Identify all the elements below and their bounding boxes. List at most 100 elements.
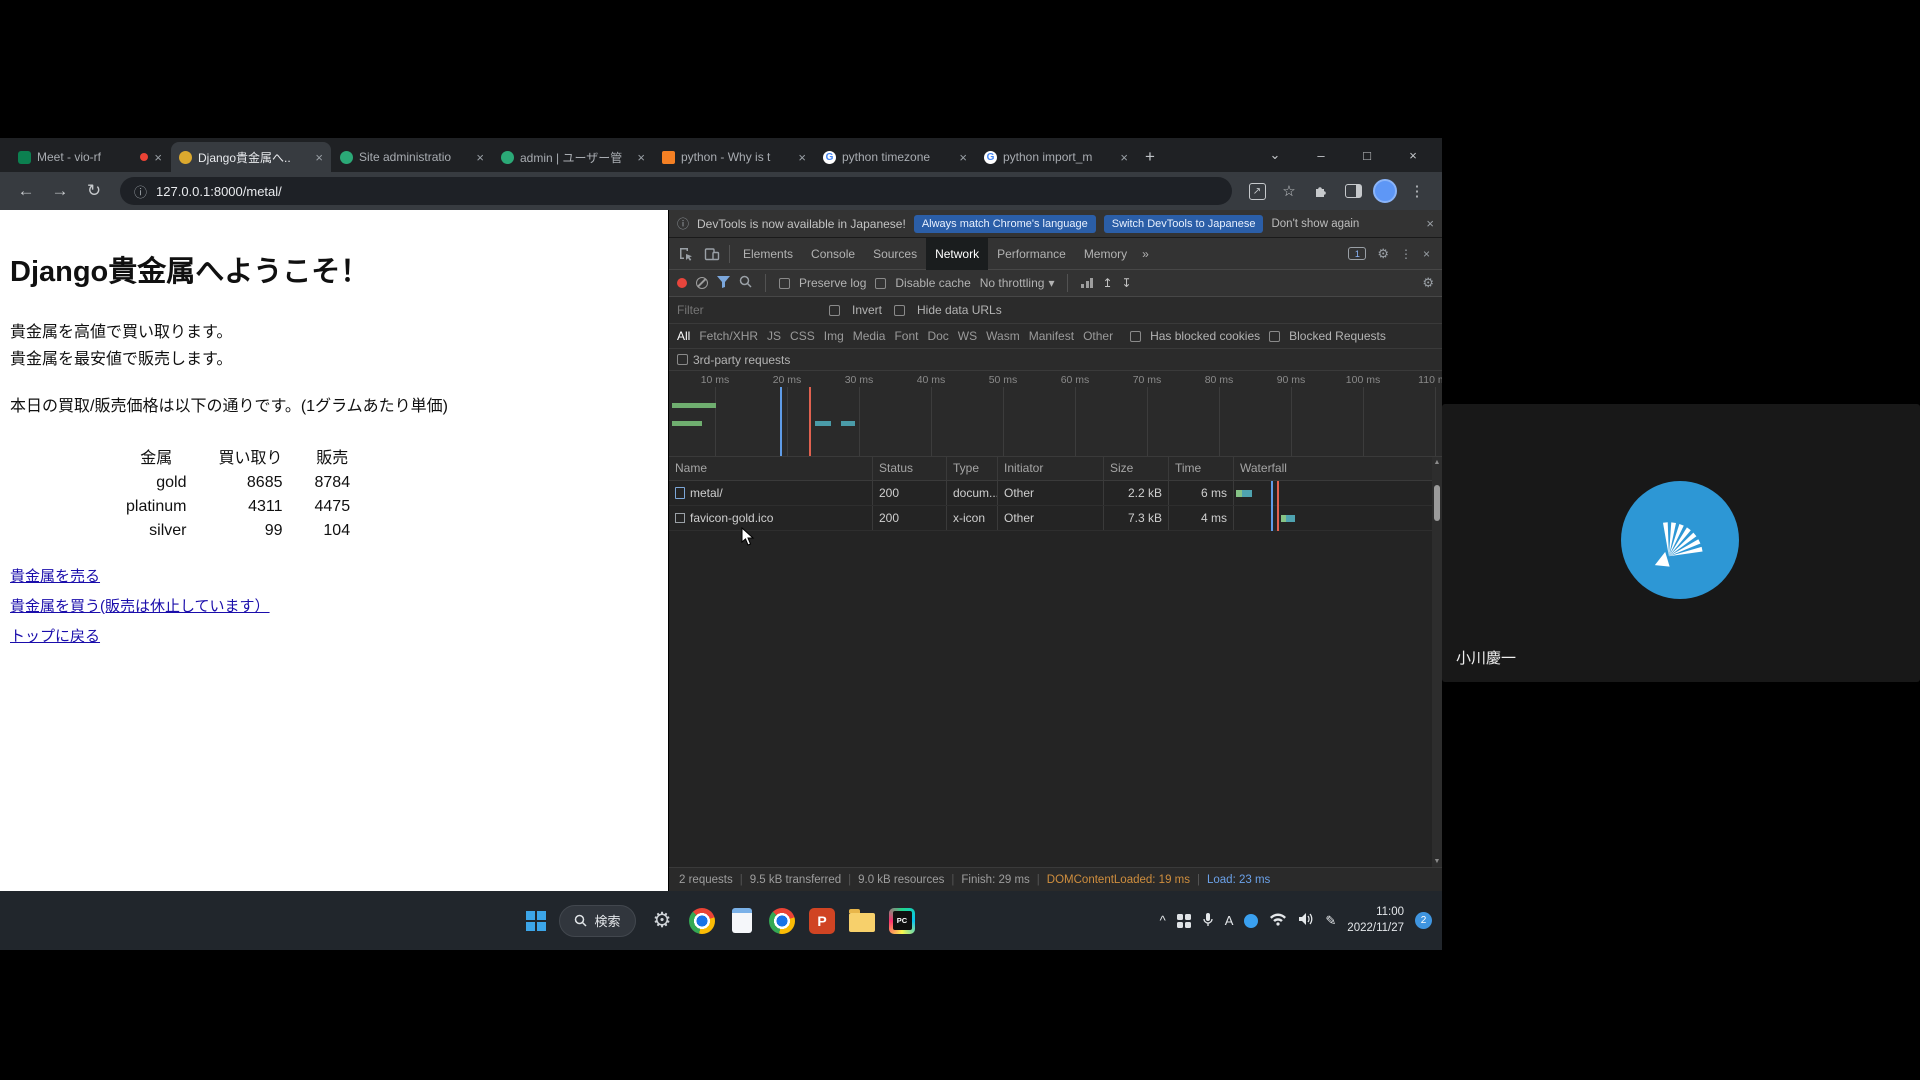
network-overview-timeline[interactable]: 10 ms 20 ms 30 ms 40 ms 50 ms 60 ms 70 m…: [669, 371, 1442, 457]
tab-performance[interactable]: Performance: [988, 238, 1075, 270]
tab-memory[interactable]: Memory: [1075, 238, 1136, 270]
col-type[interactable]: Type: [947, 457, 998, 480]
browser-tab-admin-users[interactable]: admin | ユーザー管 ×: [493, 142, 653, 172]
browser-tab-stackoverflow[interactable]: python - Why is t ×: [654, 142, 814, 172]
scrollbar-thumb[interactable]: [1434, 485, 1440, 521]
filter-css[interactable]: CSS: [790, 329, 815, 343]
tab-close-icon[interactable]: ×: [798, 150, 806, 165]
col-size[interactable]: Size: [1104, 457, 1169, 480]
bookmark-star-icon[interactable]: ☆: [1274, 176, 1304, 206]
tab-sources[interactable]: Sources: [864, 238, 926, 270]
pycharm-icon[interactable]: PC: [889, 907, 916, 934]
disable-cache-checkbox[interactable]: [875, 278, 886, 289]
filter-js[interactable]: JS: [767, 329, 781, 343]
tray-chevron-icon[interactable]: ^: [1160, 913, 1166, 928]
forward-button[interactable]: →: [44, 175, 76, 207]
tray-app-icon[interactable]: [1244, 914, 1258, 928]
filter-manifest[interactable]: Manifest: [1029, 329, 1074, 343]
inspect-element-icon[interactable]: [673, 246, 699, 262]
filter-fetch-xhr[interactable]: Fetch/XHR: [699, 329, 758, 343]
export-har-icon[interactable]: ↧: [1122, 276, 1132, 290]
tab-network[interactable]: Network: [926, 238, 988, 270]
device-toolbar-icon[interactable]: [699, 246, 725, 262]
browser-tab-google-timezone[interactable]: G python timezone ×: [815, 142, 975, 172]
powerpoint-icon[interactable]: P: [809, 907, 836, 934]
invert-checkbox[interactable]: [829, 305, 840, 316]
pen-icon[interactable]: ✎: [1325, 913, 1336, 929]
reload-button[interactable]: ↻: [78, 175, 110, 207]
notice-close-icon[interactable]: ×: [1426, 216, 1434, 231]
filter-doc[interactable]: Doc: [927, 329, 948, 343]
extensions-puzzle-icon[interactable]: [1306, 176, 1336, 206]
file-explorer-icon[interactable]: [849, 907, 876, 934]
browser-tab-meet[interactable]: Meet - vio-rf ×: [10, 142, 170, 172]
back-to-top-link[interactable]: トップに戻る: [10, 625, 100, 646]
network-settings-icon[interactable]: ⚙: [1422, 275, 1434, 291]
back-button[interactable]: ←: [10, 175, 42, 207]
taskbar-search[interactable]: 検索: [559, 905, 635, 937]
request-row-favicon[interactable]: favicon-gold.ico 200 x-icon Other 7.3 kB…: [669, 506, 1442, 531]
col-time[interactable]: Time: [1169, 457, 1234, 480]
filter-all[interactable]: All: [677, 329, 690, 343]
buy-link[interactable]: 貴金属を買う(販売は休止しています）: [10, 595, 270, 616]
chrome-icon[interactable]: [689, 907, 716, 934]
filter-font[interactable]: Font: [894, 329, 918, 343]
issues-counter[interactable]: 1: [1348, 247, 1366, 260]
microphone-icon[interactable]: [1202, 912, 1214, 930]
tab-close-icon[interactable]: ×: [315, 150, 323, 165]
tab-close-icon[interactable]: ×: [959, 150, 967, 165]
new-tab-button[interactable]: +: [1136, 143, 1164, 171]
more-tabs-icon[interactable]: »: [1136, 247, 1155, 261]
tab-elements[interactable]: Elements: [734, 238, 802, 270]
filter-other[interactable]: Other: [1083, 329, 1113, 343]
tab-close-icon[interactable]: ×: [476, 150, 484, 165]
network-conditions-icon[interactable]: [1081, 278, 1093, 288]
site-info-icon[interactable]: ⓘ: [134, 182, 147, 201]
filter-input[interactable]: [677, 303, 817, 317]
col-name[interactable]: Name: [669, 457, 873, 480]
tab-close-icon[interactable]: ×: [637, 150, 645, 165]
clear-network-log-icon[interactable]: [696, 277, 708, 289]
ime-indicator[interactable]: A: [1225, 913, 1234, 928]
col-initiator[interactable]: Initiator: [998, 457, 1104, 480]
tab-console[interactable]: Console: [802, 238, 864, 270]
browser-tab-django-metal[interactable]: Django貴金属へ.. ×: [171, 142, 331, 172]
record-network-log-icon[interactable]: [677, 278, 687, 288]
devtools-scrollbar[interactable]: ▲ ▼: [1432, 457, 1442, 867]
tab-search-icon[interactable]: ⌄: [1252, 147, 1298, 163]
browser-tab-google-import[interactable]: G python import_m ×: [976, 142, 1136, 172]
col-waterfall[interactable]: Waterfall: [1234, 457, 1442, 480]
window-close-button[interactable]: ×: [1390, 148, 1436, 163]
hide-data-urls-checkbox[interactable]: [894, 305, 905, 316]
browser-menu-icon[interactable]: ⋮: [1402, 176, 1432, 206]
devtools-close-icon[interactable]: ×: [1423, 247, 1430, 261]
share-icon[interactable]: ↗: [1242, 176, 1272, 206]
throttling-dropdown[interactable]: No throttling ▾: [980, 276, 1055, 290]
filter-wasm[interactable]: Wasm: [986, 329, 1020, 343]
switch-japanese-button[interactable]: Switch DevTools to Japanese: [1104, 215, 1264, 233]
settings-gear-icon[interactable]: ⚙: [649, 907, 676, 934]
col-status[interactable]: Status: [873, 457, 947, 480]
dont-show-again-button[interactable]: Don't show again: [1271, 218, 1359, 230]
devtools-settings-icon[interactable]: ⚙: [1377, 246, 1389, 262]
window-maximize-button[interactable]: □: [1344, 148, 1390, 163]
side-panel-icon[interactable]: [1338, 176, 1368, 206]
import-har-icon[interactable]: ↥: [1102, 276, 1112, 290]
filter-media[interactable]: Media: [853, 329, 886, 343]
filter-funnel-icon[interactable]: [717, 276, 730, 291]
match-language-button[interactable]: Always match Chrome's language: [914, 215, 1096, 233]
blocked-requests-checkbox[interactable]: [1269, 331, 1280, 342]
taskbar-clock[interactable]: 11:00 2022/11/27: [1347, 905, 1404, 936]
devtools-menu-icon[interactable]: ⋮: [1400, 247, 1412, 261]
start-button[interactable]: [526, 911, 546, 931]
third-party-checkbox[interactable]: [677, 354, 688, 365]
request-row-metal[interactable]: metal/ 200 docum... Other 2.2 kB 6 ms: [669, 481, 1442, 506]
address-bar[interactable]: ⓘ 127.0.0.1:8000/metal/: [120, 177, 1232, 205]
filter-img[interactable]: Img: [824, 329, 844, 343]
search-icon[interactable]: [739, 275, 752, 291]
sell-link[interactable]: 貴金属を売る: [10, 565, 100, 586]
tab-close-icon[interactable]: ×: [154, 150, 162, 165]
filter-ws[interactable]: WS: [958, 329, 977, 343]
browser-tab-site-admin[interactable]: Site administratio ×: [332, 142, 492, 172]
widgets-icon[interactable]: [1177, 914, 1191, 928]
